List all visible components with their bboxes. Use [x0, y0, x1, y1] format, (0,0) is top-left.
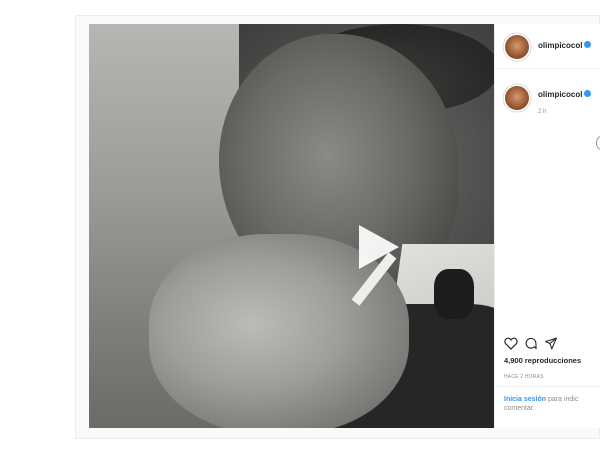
author-username-text[interactable]: olimpicocol	[538, 41, 582, 50]
more-icon[interactable]	[596, 136, 600, 150]
verified-icon	[584, 90, 592, 98]
comment-age: 2 h	[538, 109, 547, 115]
author-username[interactable]: olimpicocol	[538, 41, 592, 50]
login-link[interactable]: Inicia sesión	[504, 396, 546, 403]
action-bar	[504, 335, 558, 351]
video-player[interactable]	[89, 24, 494, 428]
post-header: olimpicocol	[495, 24, 600, 69]
view-count: 4,900 reproducciones	[504, 356, 582, 365]
comment-username-text[interactable]: olimpicocol	[538, 90, 582, 99]
play-icon[interactable]	[359, 225, 399, 269]
comment-avatar[interactable]	[505, 86, 529, 110]
post-time: HACE 2 HORAS	[504, 374, 544, 380]
verified-icon	[584, 41, 592, 49]
login-prompt: Inicia sesión para indic comentar.	[495, 386, 600, 428]
comment-username[interactable]: olimpicocol	[538, 90, 592, 99]
comment-icon[interactable]	[524, 337, 538, 350]
post-side-panel: olimpicocol olimpicocol 2 h 4,900 reprod…	[494, 24, 600, 428]
login-text-2: comentar.	[504, 405, 535, 412]
page: olimpicocol olimpicocol 2 h 4,900 reprod…	[0, 0, 600, 455]
video-figure-tie	[434, 269, 474, 319]
login-text: para indic	[547, 396, 579, 403]
share-icon[interactable]	[544, 337, 558, 350]
author-avatar[interactable]	[505, 35, 529, 59]
heart-icon[interactable]	[504, 337, 518, 350]
